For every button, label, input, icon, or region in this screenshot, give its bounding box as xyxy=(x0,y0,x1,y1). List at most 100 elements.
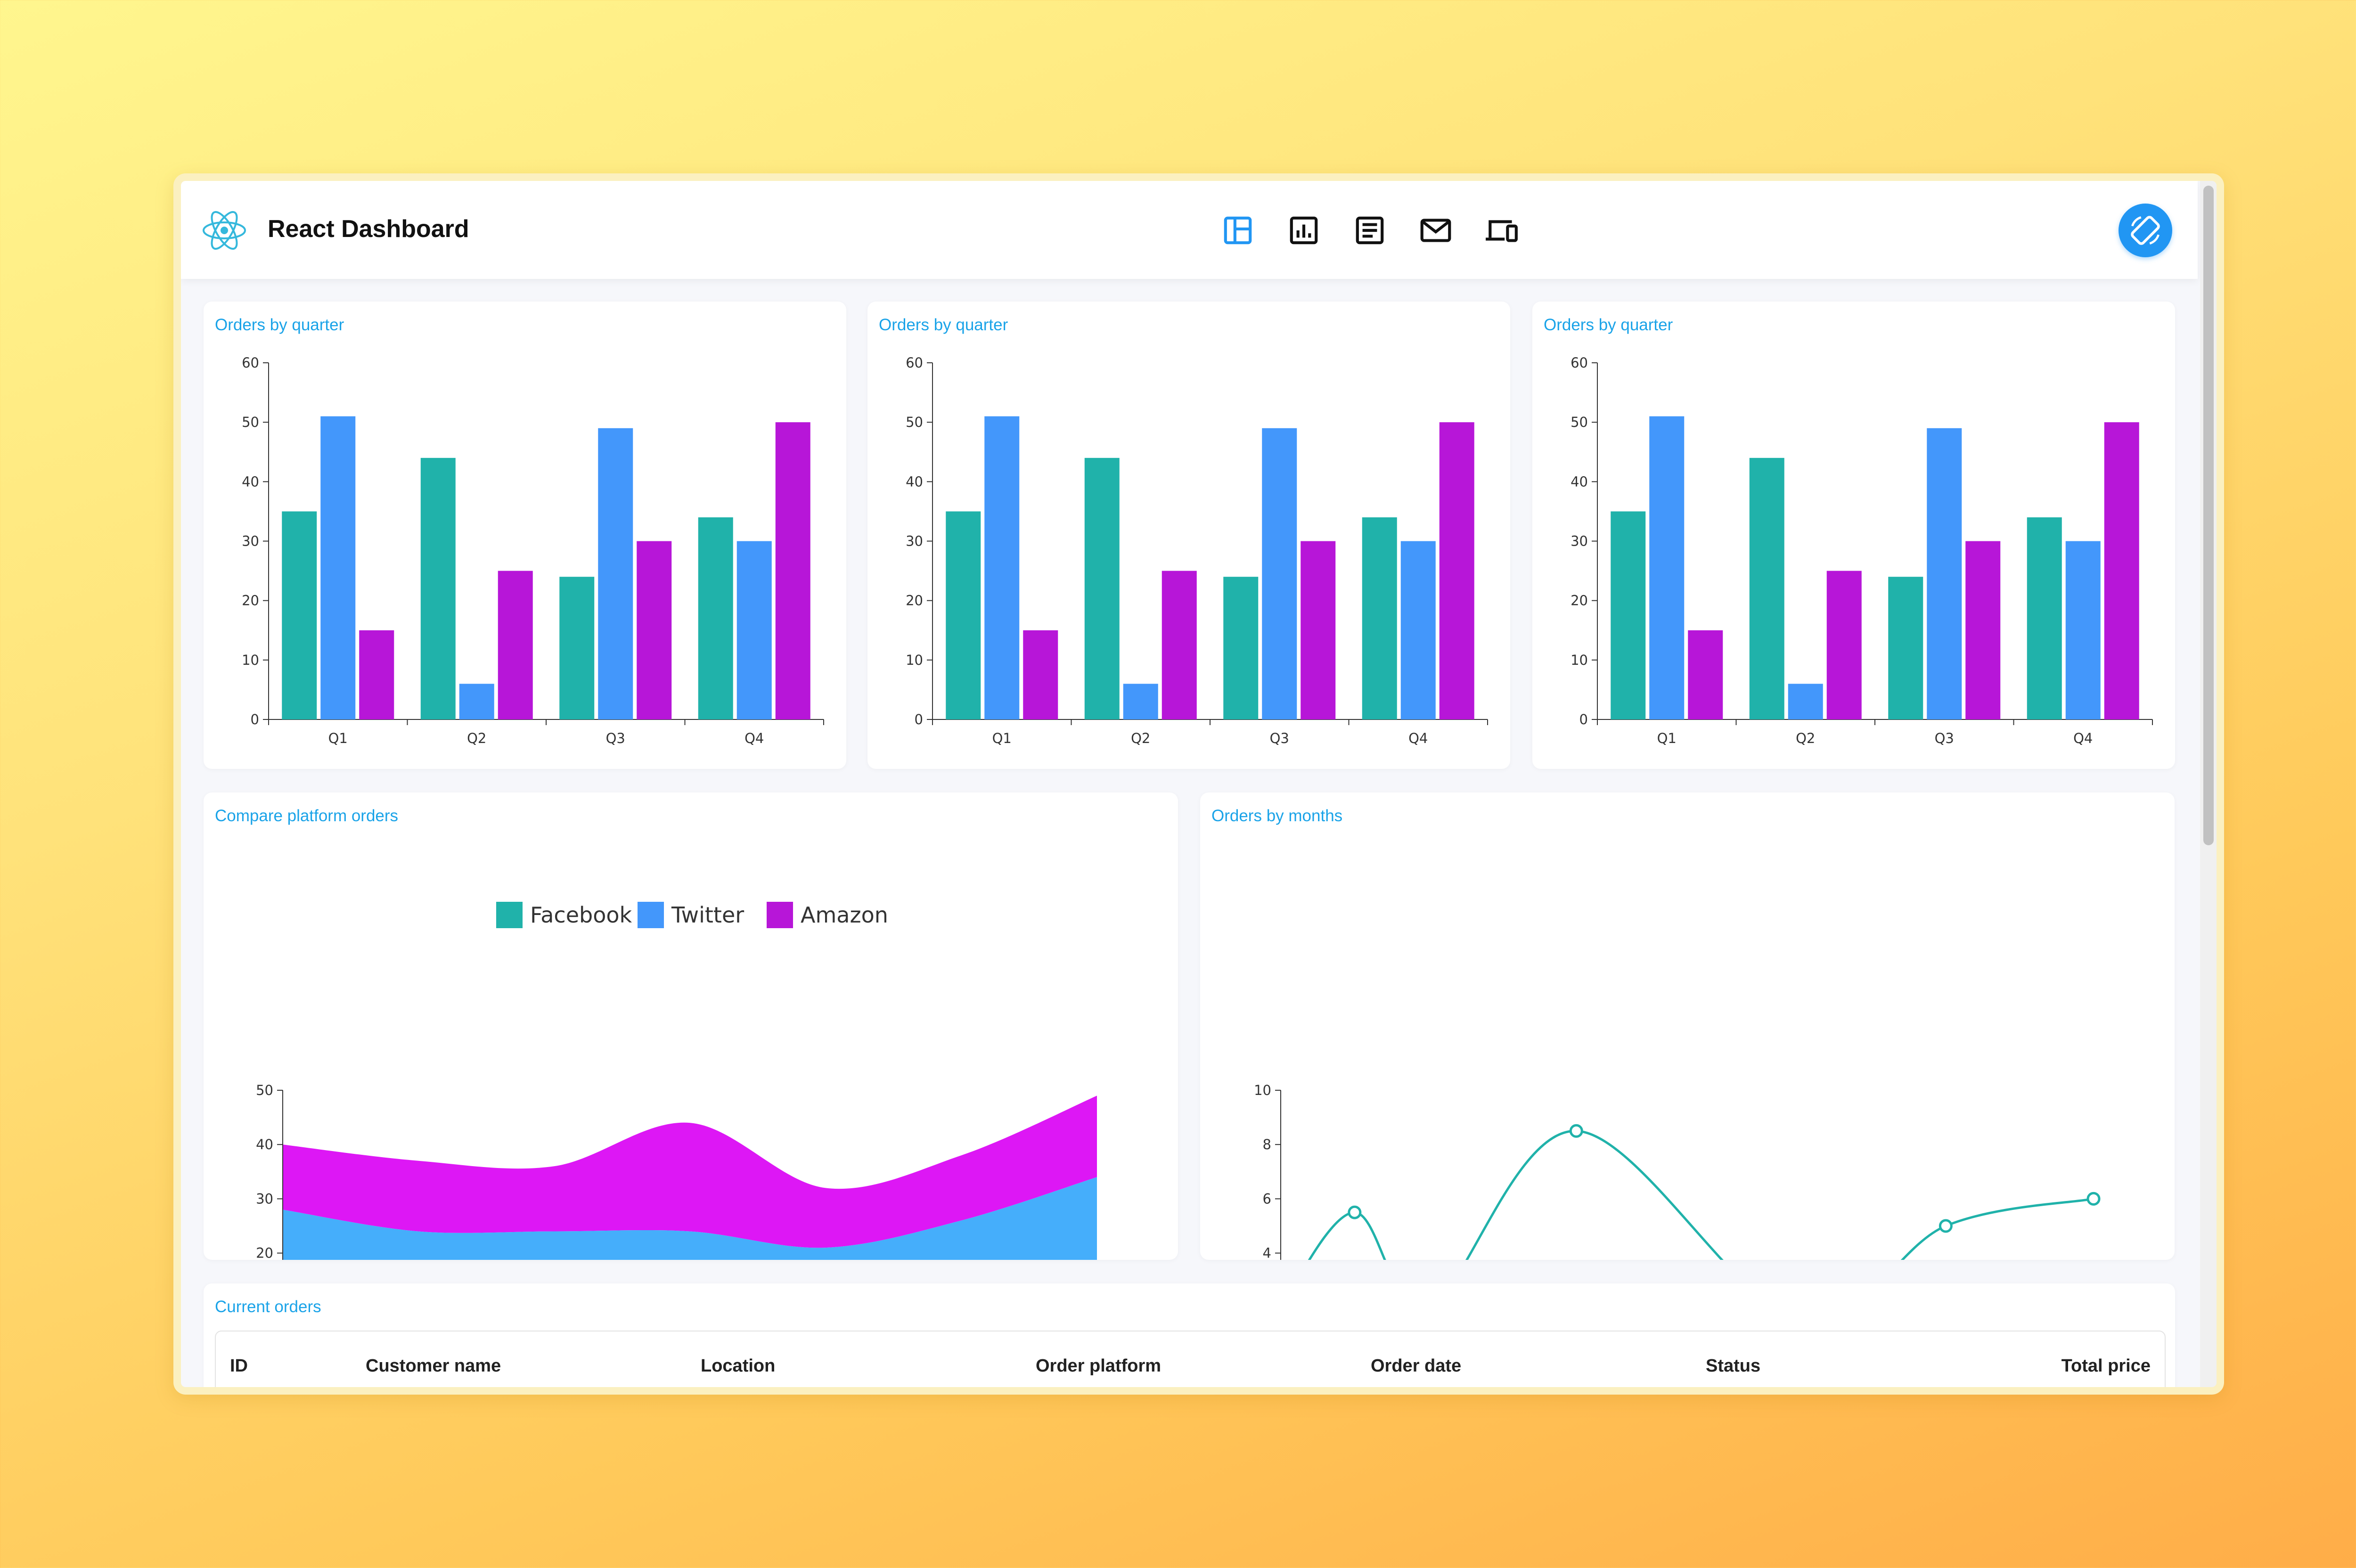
y-tick-label: 10 xyxy=(906,652,923,668)
y-tick-label: 10 xyxy=(1254,1082,1271,1098)
bar xyxy=(1400,541,1436,719)
bar xyxy=(498,571,533,719)
y-tick-label: 20 xyxy=(1571,593,1588,609)
line-chart: 0246810123456789101112 xyxy=(1254,1082,2101,1260)
x-tick-label: Q4 xyxy=(2073,730,2093,746)
data-point xyxy=(2086,1192,2101,1206)
data-point xyxy=(1348,1205,1362,1219)
screen-rotation-button[interactable] xyxy=(2119,204,2172,257)
bar xyxy=(775,422,810,719)
bar xyxy=(320,416,356,719)
chart-legend: Facebook Twitter Amazon xyxy=(496,902,888,928)
column-header-total-price[interactable]: Total price xyxy=(2062,1356,2151,1376)
y-tick-label: 60 xyxy=(906,355,923,371)
top-app-bar: React Dashboard xyxy=(181,181,2198,279)
orders-by-quarter-card-3: Orders by quarter 0 10 20 30 40 50 60 Q1 Q2 Q3 Q4 xyxy=(1532,302,2175,769)
bar xyxy=(637,541,672,719)
nav-charts-button[interactable] xyxy=(1286,213,1321,248)
x-tick-label: Q2 xyxy=(1796,730,1815,746)
y-tick-label: 50 xyxy=(256,1082,273,1098)
bar xyxy=(1223,577,1259,719)
bar xyxy=(1788,684,1823,719)
y-tick-label: 8 xyxy=(1263,1136,1271,1152)
legend-label: Amazon xyxy=(801,902,888,928)
y-tick-label: 4 xyxy=(1263,1245,1271,1260)
card-title: Current orders xyxy=(215,1298,321,1316)
x-tick-label: Q1 xyxy=(992,730,1012,746)
y-tick-label: 50 xyxy=(906,414,923,430)
y-tick-label: 60 xyxy=(1571,355,1588,371)
bar xyxy=(1262,428,1297,719)
bar xyxy=(2104,422,2139,719)
bar xyxy=(359,630,394,719)
bar xyxy=(1649,416,1685,719)
y-tick-label: 30 xyxy=(906,533,923,549)
bar xyxy=(2065,541,2101,719)
y-tick-label: 30 xyxy=(256,1191,273,1207)
bar xyxy=(1749,457,1784,719)
y-tick-label: 50 xyxy=(1571,414,1588,430)
nav-mail-button[interactable] xyxy=(1418,213,1453,248)
bar-chart: 0 10 20 30 40 50 60 Q1 Q2 Q3 Q4 xyxy=(1571,355,2153,746)
bar-chart: 0 10 20 30 40 50 60 Q1 Q2 Q3 Q4 xyxy=(242,355,824,746)
bar xyxy=(1888,577,1923,719)
x-tick-label: Q1 xyxy=(1657,730,1677,746)
bar xyxy=(420,457,456,719)
nav-devices-button[interactable] xyxy=(1484,213,1519,248)
y-tick-label: 10 xyxy=(242,652,259,668)
nav-dashboard-button[interactable] xyxy=(1220,213,1255,248)
column-header-order-platform[interactable]: Order platform xyxy=(1036,1356,1161,1376)
y-tick-label: 40 xyxy=(1571,474,1588,490)
data-point xyxy=(1569,1124,1583,1138)
orders-by-months-card: Orders by months 0246810123456789101112 xyxy=(1200,792,2175,1260)
column-header-location[interactable]: Location xyxy=(701,1356,775,1376)
bar xyxy=(1084,457,1120,719)
bar xyxy=(946,511,981,719)
legend-label: Facebook xyxy=(530,902,632,928)
column-header-id[interactable]: ID xyxy=(230,1356,248,1376)
x-tick-label: Q2 xyxy=(467,730,486,746)
bar-chart: 0 10 20 30 40 50 60 Q1 Q2 Q3 Q4 xyxy=(906,355,1488,746)
bar xyxy=(598,428,633,719)
scrollbar-thumb[interactable] xyxy=(2203,186,2214,845)
x-tick-label: Q3 xyxy=(1270,730,1289,746)
orders-by-quarter-card-1: Orders by quarter 0 10 20 30 40 50 60 Q1 Q2 Q3 Q4 xyxy=(204,302,846,769)
y-tick-label: 40 xyxy=(256,1136,273,1152)
line-series xyxy=(1308,1129,2094,1260)
column-header-customer-name[interactable]: Customer name xyxy=(366,1356,501,1376)
bar xyxy=(1688,630,1723,719)
bar xyxy=(2027,517,2062,719)
bar xyxy=(736,541,772,719)
y-tick-label: 20 xyxy=(242,593,259,609)
nav-documents-button[interactable] xyxy=(1352,213,1387,248)
bar xyxy=(1023,630,1058,719)
y-tick-label: 10 xyxy=(1571,652,1588,668)
bar xyxy=(559,577,595,719)
dashboard-app: React Dashboard Orders by quarter 0 10 2… xyxy=(181,181,2217,1387)
data-point xyxy=(1939,1219,1953,1233)
x-tick-label: Q4 xyxy=(744,730,764,746)
bar xyxy=(1123,684,1158,719)
y-tick-label: 6 xyxy=(1263,1191,1271,1207)
y-tick-label: 20 xyxy=(256,1245,273,1260)
y-tick-label: 40 xyxy=(242,474,259,490)
bar xyxy=(1965,541,2001,719)
mail-icon xyxy=(1420,219,1451,242)
bar-chart-icon xyxy=(1290,216,1318,245)
bar xyxy=(282,511,317,719)
legend-item-facebook: Facebook xyxy=(496,902,632,928)
column-header-status[interactable]: Status xyxy=(1706,1356,1760,1376)
y-tick-label: 0 xyxy=(251,711,259,727)
legend-item-amazon: Amazon xyxy=(767,902,888,928)
y-tick-label: 0 xyxy=(1579,711,1588,727)
bar xyxy=(1301,541,1336,719)
dashboard-layout-icon xyxy=(1224,216,1252,245)
y-tick-label: 50 xyxy=(242,414,259,430)
bar xyxy=(459,684,494,719)
y-tick-label: 60 xyxy=(242,355,259,371)
react-logo-icon xyxy=(203,211,246,250)
x-tick-label: Q2 xyxy=(1131,730,1150,746)
bar xyxy=(1826,571,1862,719)
column-header-order-date[interactable]: Order date xyxy=(1371,1356,1461,1376)
stacked-area-chart: 01020304050JanFebMarchAprilMayJuneJulyFa… xyxy=(256,902,1097,1260)
